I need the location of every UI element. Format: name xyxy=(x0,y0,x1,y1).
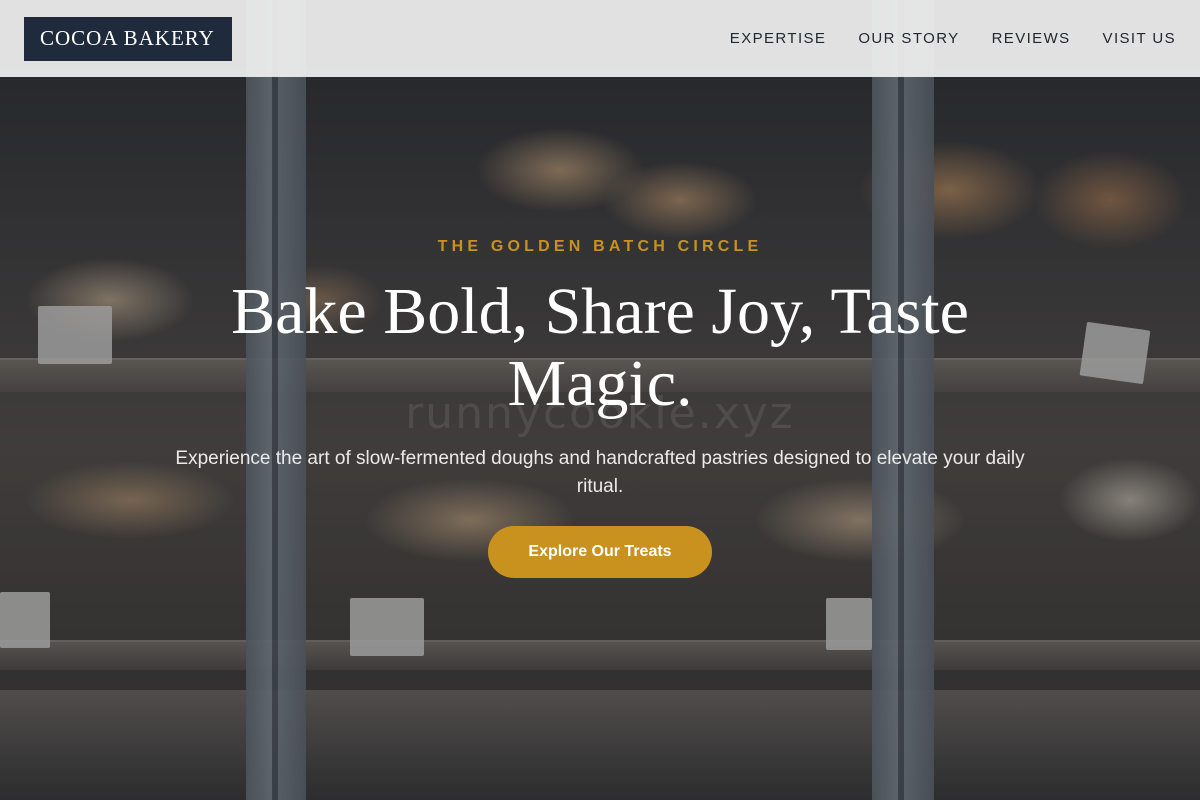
hero-subtitle: Experience the art of slow-fermented dou… xyxy=(175,448,1025,497)
page: runnycookie.xyz COCOA BAKERY EXPERTISE O… xyxy=(0,0,1200,800)
site-header: COCOA BAKERY EXPERTISE OUR STORY REVIEWS… xyxy=(0,0,1200,77)
nav-link-visit-us[interactable]: VISIT US xyxy=(1103,30,1176,47)
hero-headline: Bake Bold, Share Joy, Taste Magic. xyxy=(231,275,969,420)
hero-eyebrow: THE GOLDEN BATCH CIRCLE xyxy=(437,238,763,255)
nav-link-expertise[interactable]: EXPERTISE xyxy=(730,30,827,47)
nav-link-our-story[interactable]: OUR STORY xyxy=(858,30,959,47)
explore-treats-button[interactable]: Explore Our Treats xyxy=(488,526,712,578)
main-nav: EXPERTISE OUR STORY REVIEWS VISIT US xyxy=(730,30,1176,47)
hero-section: THE GOLDEN BATCH CIRCLE Bake Bold, Share… xyxy=(0,0,1200,800)
nav-link-reviews[interactable]: REVIEWS xyxy=(992,30,1071,47)
brand-logo[interactable]: COCOA BAKERY xyxy=(24,16,232,61)
